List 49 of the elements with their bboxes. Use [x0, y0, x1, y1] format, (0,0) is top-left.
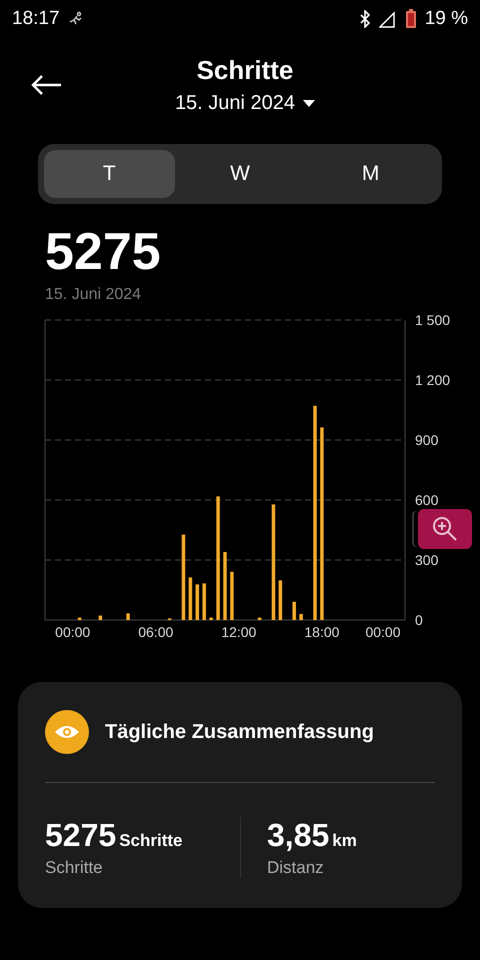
chart-bar: [278, 580, 282, 620]
summary-title: Tägliche Zusammenfassung: [105, 720, 374, 744]
zoom-button[interactable]: [418, 509, 472, 549]
running-icon: [68, 11, 84, 27]
chart-bar: [258, 618, 262, 620]
axis-label: 00:00: [365, 624, 401, 640]
date-selector[interactable]: 15. Juni 2024: [174, 92, 316, 115]
chart-bar: [78, 618, 82, 620]
bluetooth-icon: [358, 10, 371, 28]
chart-bar: [299, 614, 303, 620]
stat-unit: km: [332, 831, 357, 851]
chart-bar: [223, 552, 227, 620]
axis-label: 900: [415, 432, 438, 448]
period-tab[interactable]: W: [174, 150, 306, 198]
period-tab[interactable]: M: [305, 150, 436, 198]
axis-label: 300: [415, 552, 438, 568]
caret-icon: [303, 100, 316, 107]
axis-label: 06:00: [138, 624, 174, 640]
total-date: 15. Juni 2024: [44, 285, 142, 304]
stat-value: 5275: [45, 817, 116, 854]
period-tab[interactable]: T: [44, 150, 175, 198]
chart-bar: [209, 618, 213, 620]
status-time: 18:17: [12, 8, 60, 30]
signal-icon: [378, 10, 397, 28]
battery-icon: [404, 9, 417, 29]
eye-icon: [45, 710, 89, 754]
page-title: Schritte: [196, 55, 294, 86]
chart-bar: [98, 616, 102, 620]
axis-label: 1 200: [415, 372, 450, 388]
axis-label: 600: [415, 492, 438, 508]
axis-label: 0: [415, 612, 423, 628]
axis-label: 00:00: [55, 624, 90, 640]
chart-bar: [126, 613, 130, 620]
stat-label: Distanz: [267, 858, 325, 878]
axis-label: 18:00: [304, 624, 340, 640]
axis-label: 12:00: [221, 624, 256, 640]
chart-bar: [196, 584, 200, 620]
back-arrow-icon[interactable]: [30, 74, 62, 96]
stat-value: 3,85: [267, 817, 330, 854]
battery-percent: 19 %: [424, 8, 468, 30]
stat-unit: Schritte: [119, 831, 182, 851]
axis-label: 1 500: [415, 312, 450, 328]
chart-bar: [202, 583, 206, 620]
chart-bar: [292, 602, 296, 620]
step-total: 5275: [44, 222, 162, 278]
chart-bar: [188, 577, 192, 620]
stat-label: Schritte: [45, 858, 104, 878]
zoom-in-icon: [432, 516, 458, 542]
chart-bar: [230, 572, 234, 620]
